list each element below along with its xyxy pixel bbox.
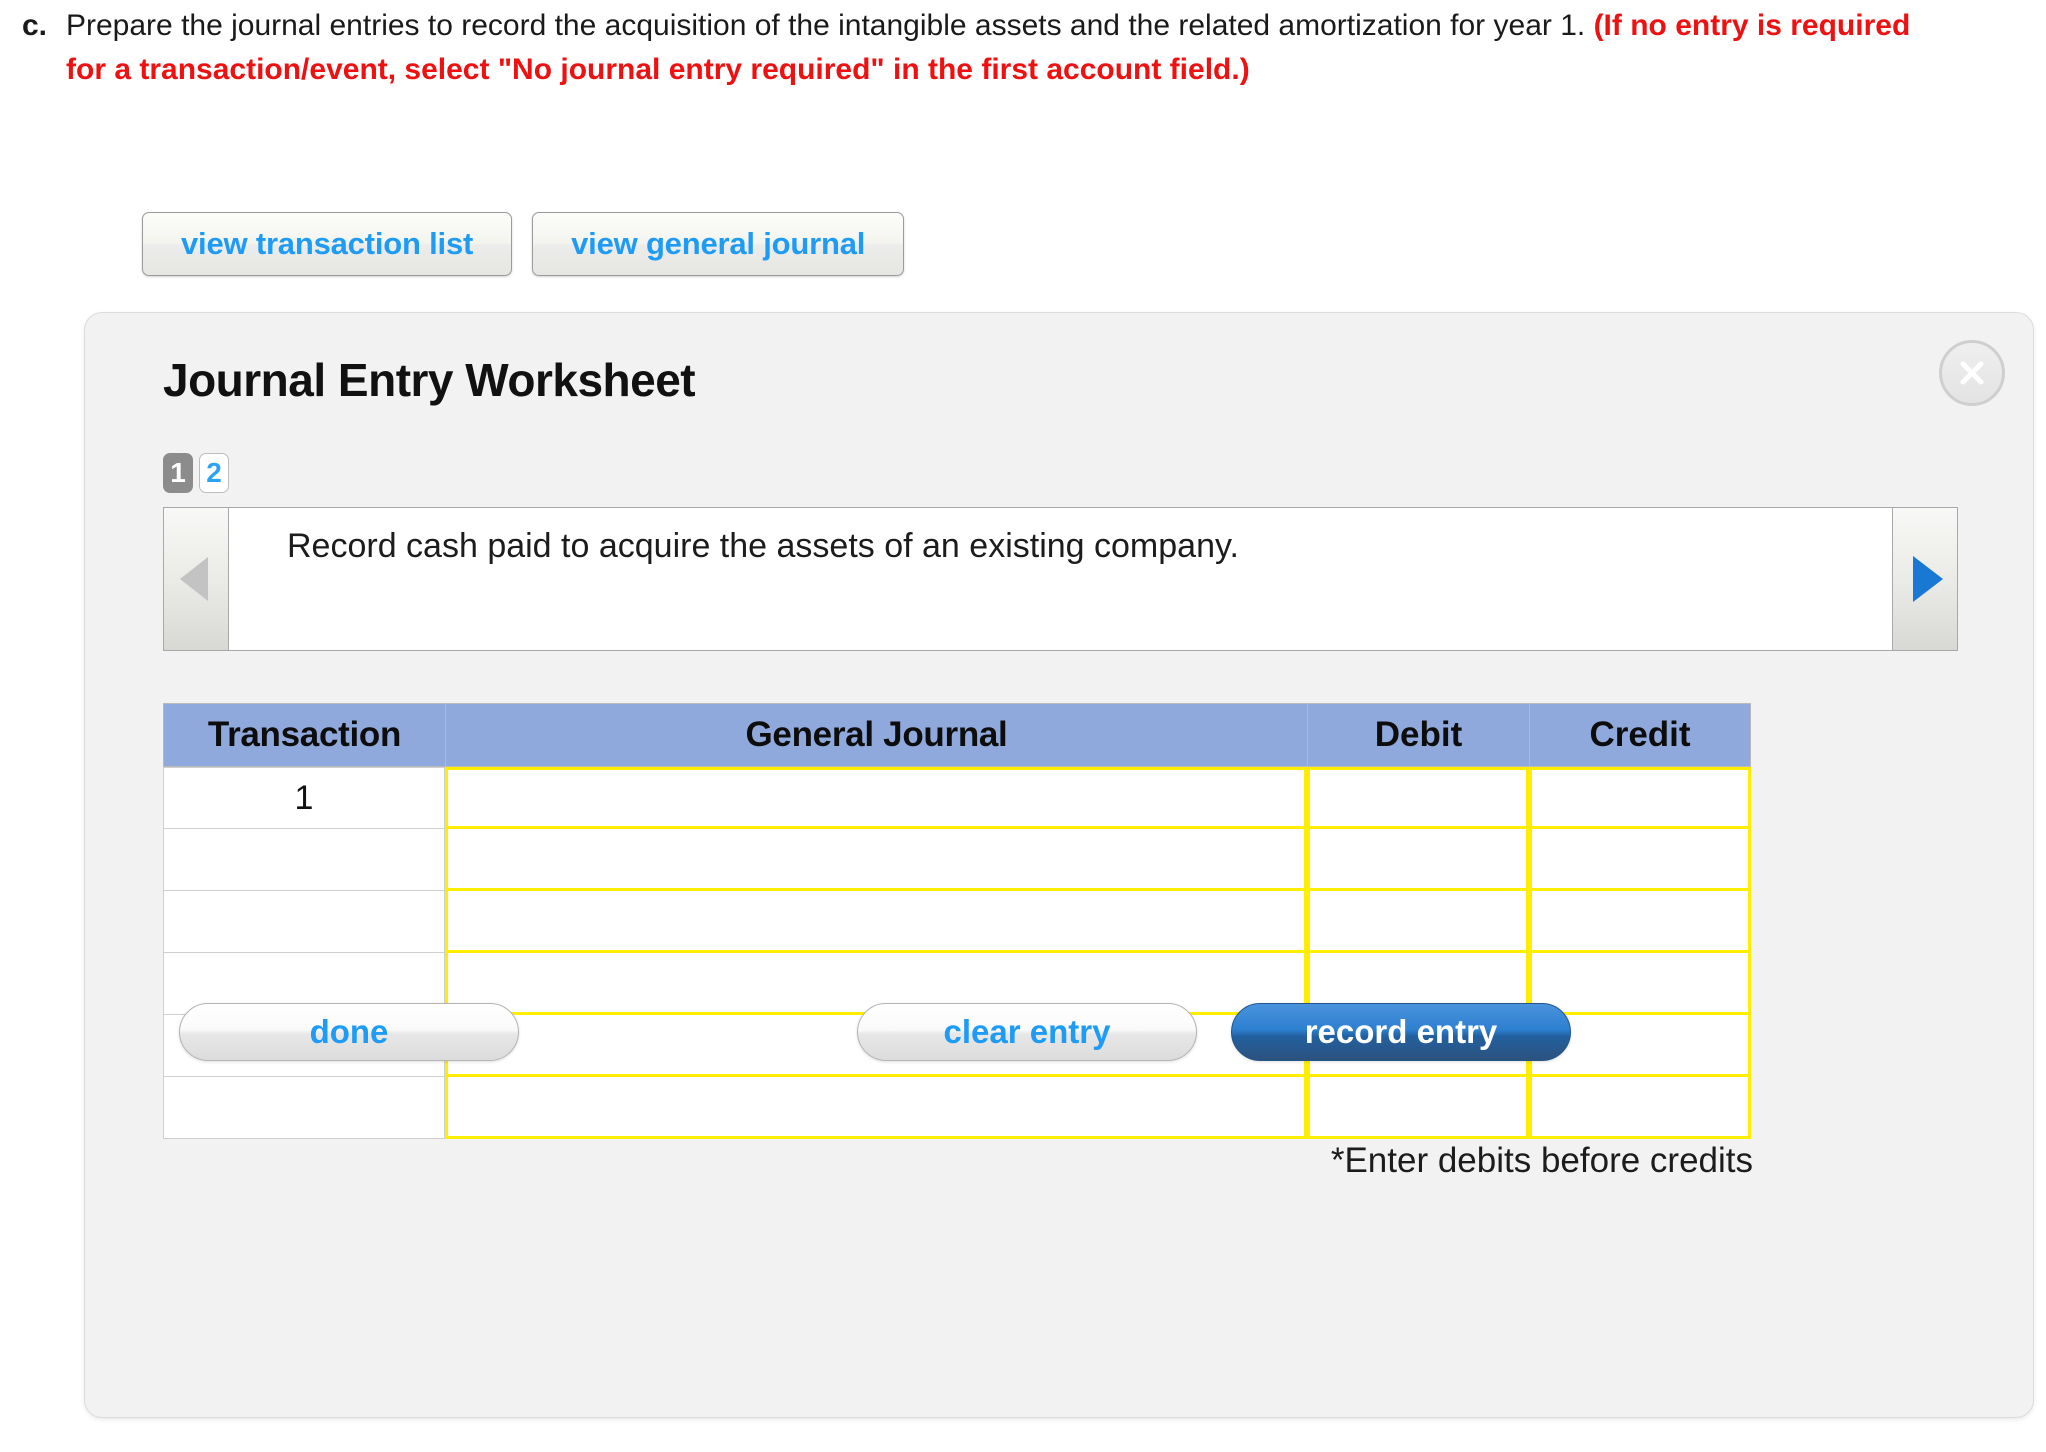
table-row (163, 1077, 1751, 1139)
prompt-letter: c. (22, 9, 48, 42)
cell-credit[interactable] (1529, 1077, 1751, 1139)
question-prompt: c. Prepare the journal entries to record… (22, 4, 1982, 92)
cell-general-journal[interactable] (445, 891, 1307, 953)
cell-general-journal[interactable] (445, 1077, 1307, 1139)
cell-credit[interactable] (1529, 953, 1751, 1015)
transaction-description-strip: Record cash paid to acquire the assets o… (163, 507, 1958, 651)
view-general-journal-button[interactable]: view general journal (532, 212, 905, 276)
prompt-text-black: Prepare the journal entries to record th… (66, 9, 1594, 42)
done-button[interactable]: done (179, 1003, 519, 1061)
cell-transaction (163, 829, 445, 891)
column-header-debit: Debit (1307, 703, 1529, 767)
debits-before-credits-note: *Enter debits before credits (1330, 1141, 1753, 1180)
cell-general-journal[interactable] (445, 767, 1307, 829)
cell-debit[interactable] (1307, 767, 1529, 829)
cell-credit[interactable] (1529, 767, 1751, 829)
table-row (163, 829, 1751, 891)
entry-tab-1[interactable]: 1 (163, 453, 193, 493)
cell-general-journal[interactable] (445, 829, 1307, 891)
transaction-description: Record cash paid to acquire the assets o… (287, 527, 1239, 565)
record-entry-button[interactable]: record entry (1231, 1003, 1571, 1061)
cell-transaction (163, 1077, 445, 1139)
view-toolbar: view transaction list view general journ… (142, 212, 905, 276)
view-transaction-list-button[interactable]: view transaction list (142, 212, 513, 276)
cell-debit[interactable] (1307, 1077, 1529, 1139)
table-row: 1 (163, 767, 1751, 829)
page-title: Journal Entry Worksheet (163, 354, 696, 406)
column-header-credit: Credit (1529, 703, 1751, 767)
entry-tab-2-label: 2 (206, 457, 222, 488)
cell-transaction: 1 (163, 767, 445, 829)
view-transaction-list-label: view transaction list (181, 226, 474, 261)
cell-debit[interactable] (1307, 829, 1529, 891)
cell-credit[interactable] (1529, 829, 1751, 891)
record-entry-button-label: record entry (1304, 1013, 1498, 1050)
entry-tabs: 1 2 (163, 453, 229, 493)
clear-entry-button[interactable]: clear entry (857, 1003, 1197, 1061)
table-row (163, 891, 1751, 953)
column-header-general-journal: General Journal (445, 703, 1307, 767)
cell-debit[interactable] (1307, 891, 1529, 953)
prev-arrow-icon[interactable] (164, 508, 229, 650)
cell-credit[interactable] (1529, 891, 1751, 953)
column-header-transaction: Transaction (163, 703, 445, 767)
next-arrow-icon[interactable] (1892, 508, 1957, 650)
cell-transaction (163, 891, 445, 953)
entry-tab-1-label: 1 (170, 457, 186, 488)
view-general-journal-label: view general journal (571, 226, 866, 261)
table-header-row: Transaction General Journal Debit Credit (163, 703, 1751, 767)
clear-entry-button-label: clear entry (943, 1013, 1111, 1050)
journal-entry-table: Transaction General Journal Debit Credit… (163, 703, 1751, 1139)
done-button-label: done (309, 1013, 389, 1050)
journal-entry-worksheet-panel: Journal Entry Worksheet 1 2 Record cash … (84, 312, 2034, 1418)
entry-tab-2[interactable]: 2 (199, 453, 229, 493)
close-icon[interactable] (1939, 340, 2005, 406)
prompt-body: Prepare the journal entries to record th… (66, 4, 1936, 92)
